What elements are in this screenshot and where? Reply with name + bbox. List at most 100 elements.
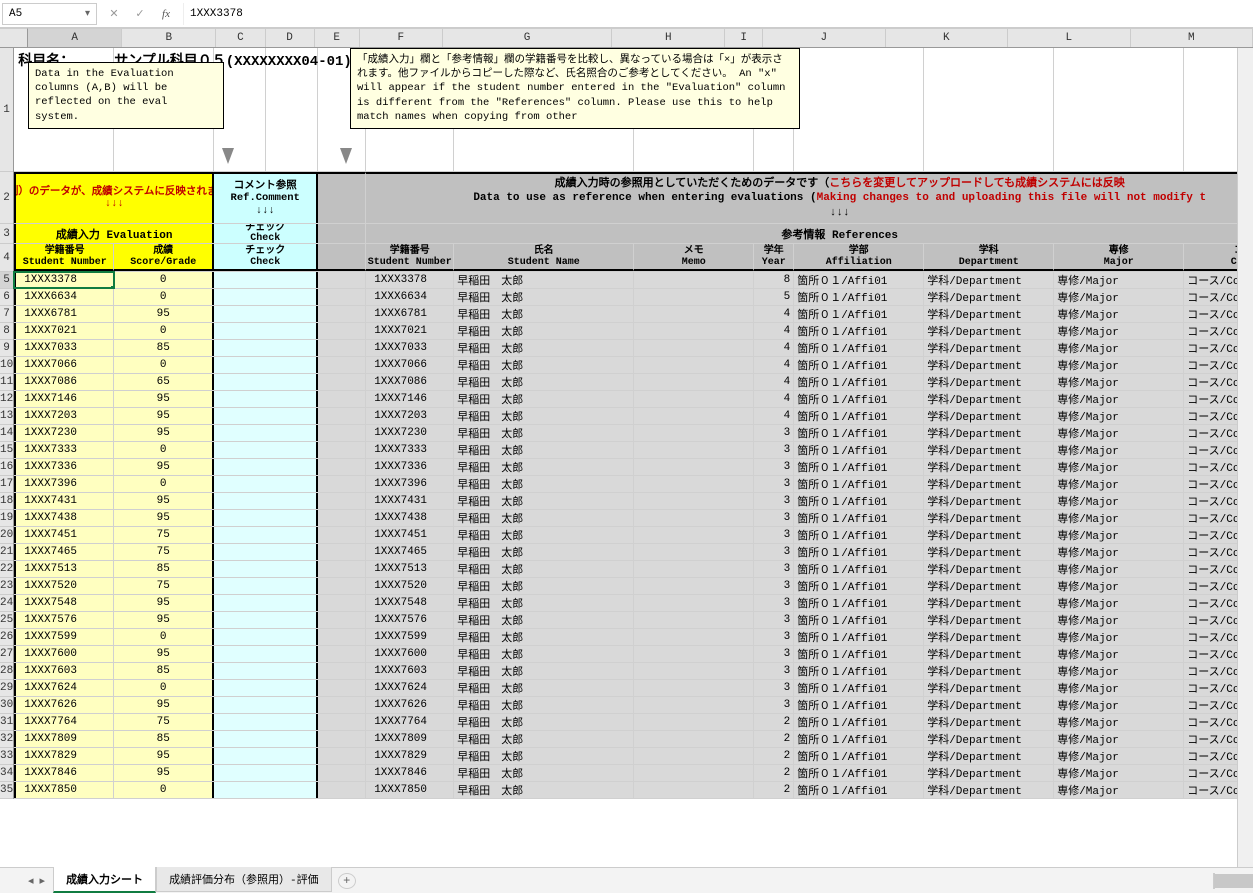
cell-major[interactable]: 専修/Major <box>1054 459 1184 475</box>
cell-ref-student-number[interactable]: 1XXX7513 <box>366 561 454 577</box>
cell-ref-student-number[interactable]: 1XXX7336 <box>366 459 454 475</box>
cell-ref-student-number[interactable]: 1XXX7021 <box>366 323 454 339</box>
cell-major[interactable]: 専修/Major <box>1054 714 1184 730</box>
cell-student-number[interactable]: 1XXX7146 <box>14 391 114 407</box>
row-header-23[interactable]: 23 <box>0 578 13 595</box>
cell-memo[interactable] <box>634 357 754 373</box>
cell-memo[interactable] <box>634 680 754 696</box>
cell-year[interactable]: 2 <box>754 731 794 747</box>
cell-department[interactable]: 学科/Department <box>924 374 1054 390</box>
cell-score[interactable]: 75 <box>114 714 214 730</box>
row-header-17[interactable]: 17 <box>0 476 13 493</box>
cell-blank[interactable] <box>318 697 366 713</box>
cell-student-number[interactable]: 1XXX7809 <box>14 731 114 747</box>
cell-affiliation[interactable]: 箇所０１/Affi01 <box>794 527 924 543</box>
cell-check[interactable] <box>214 561 318 577</box>
cell-blank[interactable] <box>318 544 366 560</box>
formula-input[interactable]: 1XXX3378 <box>183 3 1251 25</box>
cell-student-name[interactable]: 早稲田 太郎 <box>454 663 634 679</box>
cell-affiliation[interactable]: 箇所０１/Affi01 <box>794 408 924 424</box>
sheet-tab-inactive[interactable]: 成績評価分布（参照用）-評価 <box>156 867 332 892</box>
cell-student-number[interactable]: 1XXX7846 <box>14 765 114 781</box>
cell-check[interactable] <box>214 340 318 356</box>
cell-department[interactable]: 学科/Department <box>924 731 1054 747</box>
cell-ref-student-number[interactable]: 1XXX7548 <box>366 595 454 611</box>
row-header-31[interactable]: 31 <box>0 714 13 731</box>
cell-blank[interactable] <box>318 408 366 424</box>
cell-major[interactable]: 専修/Major <box>1054 408 1184 424</box>
cell-year[interactable]: 5 <box>754 289 794 305</box>
cell-student-name[interactable]: 早稲田 太郎 <box>454 374 634 390</box>
cell-memo[interactable] <box>634 595 754 611</box>
cell-department[interactable]: 学科/Department <box>924 289 1054 305</box>
cell-check[interactable] <box>214 306 318 322</box>
cell-student-name[interactable]: 早稲田 太郎 <box>454 510 634 526</box>
cell-affiliation[interactable]: 箇所０１/Affi01 <box>794 629 924 645</box>
cell-check[interactable] <box>214 476 318 492</box>
cell-department[interactable]: 学科/Department <box>924 561 1054 577</box>
cell-student-name[interactable]: 早稲田 太郎 <box>454 748 634 764</box>
cell-department[interactable]: 学科/Department <box>924 340 1054 356</box>
cell-affiliation[interactable]: 箇所０１/Affi01 <box>794 442 924 458</box>
cell-memo[interactable] <box>634 374 754 390</box>
cell-check[interactable] <box>214 629 318 645</box>
cell-check[interactable] <box>214 646 318 662</box>
cell-memo[interactable] <box>634 272 754 288</box>
cell-student-name[interactable]: 早稲田 太郎 <box>454 357 634 373</box>
cell-affiliation[interactable]: 箇所０１/Affi01 <box>794 391 924 407</box>
cell-year[interactable]: 3 <box>754 527 794 543</box>
cell-blank[interactable] <box>318 595 366 611</box>
cell-year[interactable]: 3 <box>754 595 794 611</box>
cell-student-number[interactable]: 1XXX7600 <box>14 646 114 662</box>
cell-memo[interactable] <box>634 442 754 458</box>
cell-year[interactable]: 3 <box>754 697 794 713</box>
cell-affiliation[interactable]: 箇所０１/Affi01 <box>794 782 924 798</box>
cell-blank[interactable] <box>318 714 366 730</box>
cell-student-name[interactable]: 早稲田 太郎 <box>454 731 634 747</box>
cell-blank[interactable] <box>318 663 366 679</box>
cell-affiliation[interactable]: 箇所０１/Affi01 <box>794 663 924 679</box>
cell-student-number[interactable]: 1XXX7603 <box>14 663 114 679</box>
cell-check[interactable] <box>214 612 318 628</box>
cell-memo[interactable] <box>634 459 754 475</box>
cell-student-number[interactable]: 1XXX6634 <box>14 289 114 305</box>
cell-student-name[interactable]: 早稲田 太郎 <box>454 408 634 424</box>
row-header-33[interactable]: 33 <box>0 748 13 765</box>
cell-department[interactable]: 学科/Department <box>924 527 1054 543</box>
cell-memo[interactable] <box>634 612 754 628</box>
cell-score[interactable]: 0 <box>114 289 214 305</box>
cell-student-number[interactable]: 1XXX7333 <box>14 442 114 458</box>
cell-department[interactable]: 学科/Department <box>924 510 1054 526</box>
cell-year[interactable]: 3 <box>754 476 794 492</box>
row-header-10[interactable]: 10 <box>0 357 13 374</box>
row-header-19[interactable]: 19 <box>0 510 13 527</box>
column-header-D[interactable]: D <box>266 29 315 47</box>
cell-check[interactable] <box>214 595 318 611</box>
cell-affiliation[interactable]: 箇所０１/Affi01 <box>794 748 924 764</box>
cell-check[interactable] <box>214 663 318 679</box>
cell-student-name[interactable]: 早稲田 太郎 <box>454 442 634 458</box>
cell-student-name[interactable]: 早稲田 太郎 <box>454 306 634 322</box>
cell-year[interactable]: 2 <box>754 714 794 730</box>
cancel-icon[interactable]: ✕ <box>107 7 121 21</box>
cell-year[interactable]: 4 <box>754 408 794 424</box>
cell-score[interactable]: 85 <box>114 663 214 679</box>
cell-student-name[interactable]: 早稲田 太郎 <box>454 561 634 577</box>
cell-student-name[interactable]: 早稲田 太郎 <box>454 289 634 305</box>
cell-memo[interactable] <box>634 697 754 713</box>
cell-department[interactable]: 学科/Department <box>924 612 1054 628</box>
row-header-27[interactable]: 27 <box>0 646 13 663</box>
cell-year[interactable]: 4 <box>754 306 794 322</box>
cell-score[interactable]: 0 <box>114 357 214 373</box>
cell-student-name[interactable]: 早稲田 太郎 <box>454 782 634 798</box>
cell-blank[interactable] <box>318 323 366 339</box>
cell-student-number[interactable]: 1XXX6781 <box>14 306 114 322</box>
cell-score[interactable]: 95 <box>114 391 214 407</box>
cell-department[interactable]: 学科/Department <box>924 442 1054 458</box>
cell-student-name[interactable]: 早稲田 太郎 <box>454 459 634 475</box>
cell-student-number[interactable]: 1XXX7548 <box>14 595 114 611</box>
row-header-12[interactable]: 12 <box>0 391 13 408</box>
cell-ref-student-number[interactable]: 1XXX7764 <box>366 714 454 730</box>
cell-year[interactable]: 3 <box>754 544 794 560</box>
cell-ref-student-number[interactable]: 1XXX7431 <box>366 493 454 509</box>
